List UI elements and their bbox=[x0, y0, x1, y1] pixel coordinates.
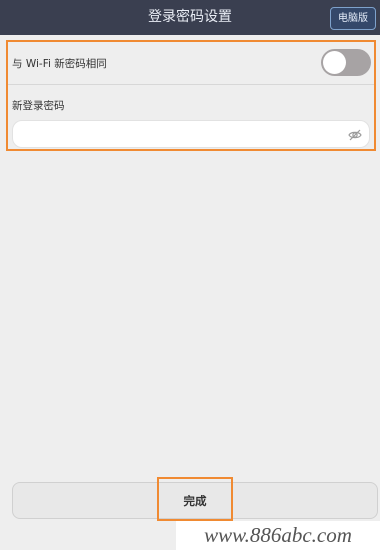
toggle-knob bbox=[323, 51, 346, 74]
new-password-input[interactable] bbox=[13, 121, 334, 147]
password-settings-panel: 与 Wi-Fi 新密码相同 新登录密码 bbox=[6, 40, 376, 151]
new-password-field[interactable] bbox=[12, 120, 370, 148]
watermark-text: www.886abc.com bbox=[204, 523, 352, 547]
same-as-wifi-label: 与 Wi-Fi 新密码相同 bbox=[12, 58, 107, 70]
done-button-highlight[interactable]: 完成 bbox=[157, 477, 233, 521]
new-password-label: 新登录密码 bbox=[12, 100, 65, 112]
eye-slash-icon[interactable] bbox=[347, 128, 363, 142]
page-title: 登录密码设置 bbox=[148, 9, 232, 25]
same-as-wifi-toggle[interactable] bbox=[321, 49, 371, 76]
same-as-wifi-row: 与 Wi-Fi 新密码相同 bbox=[8, 44, 374, 85]
watermark: www.886abc.com bbox=[176, 521, 380, 550]
done-button-label: 完成 bbox=[183, 494, 207, 508]
desktop-version-button[interactable]: 电脑版 bbox=[330, 7, 376, 30]
app-header: 登录密码设置 电脑版 bbox=[0, 0, 380, 35]
